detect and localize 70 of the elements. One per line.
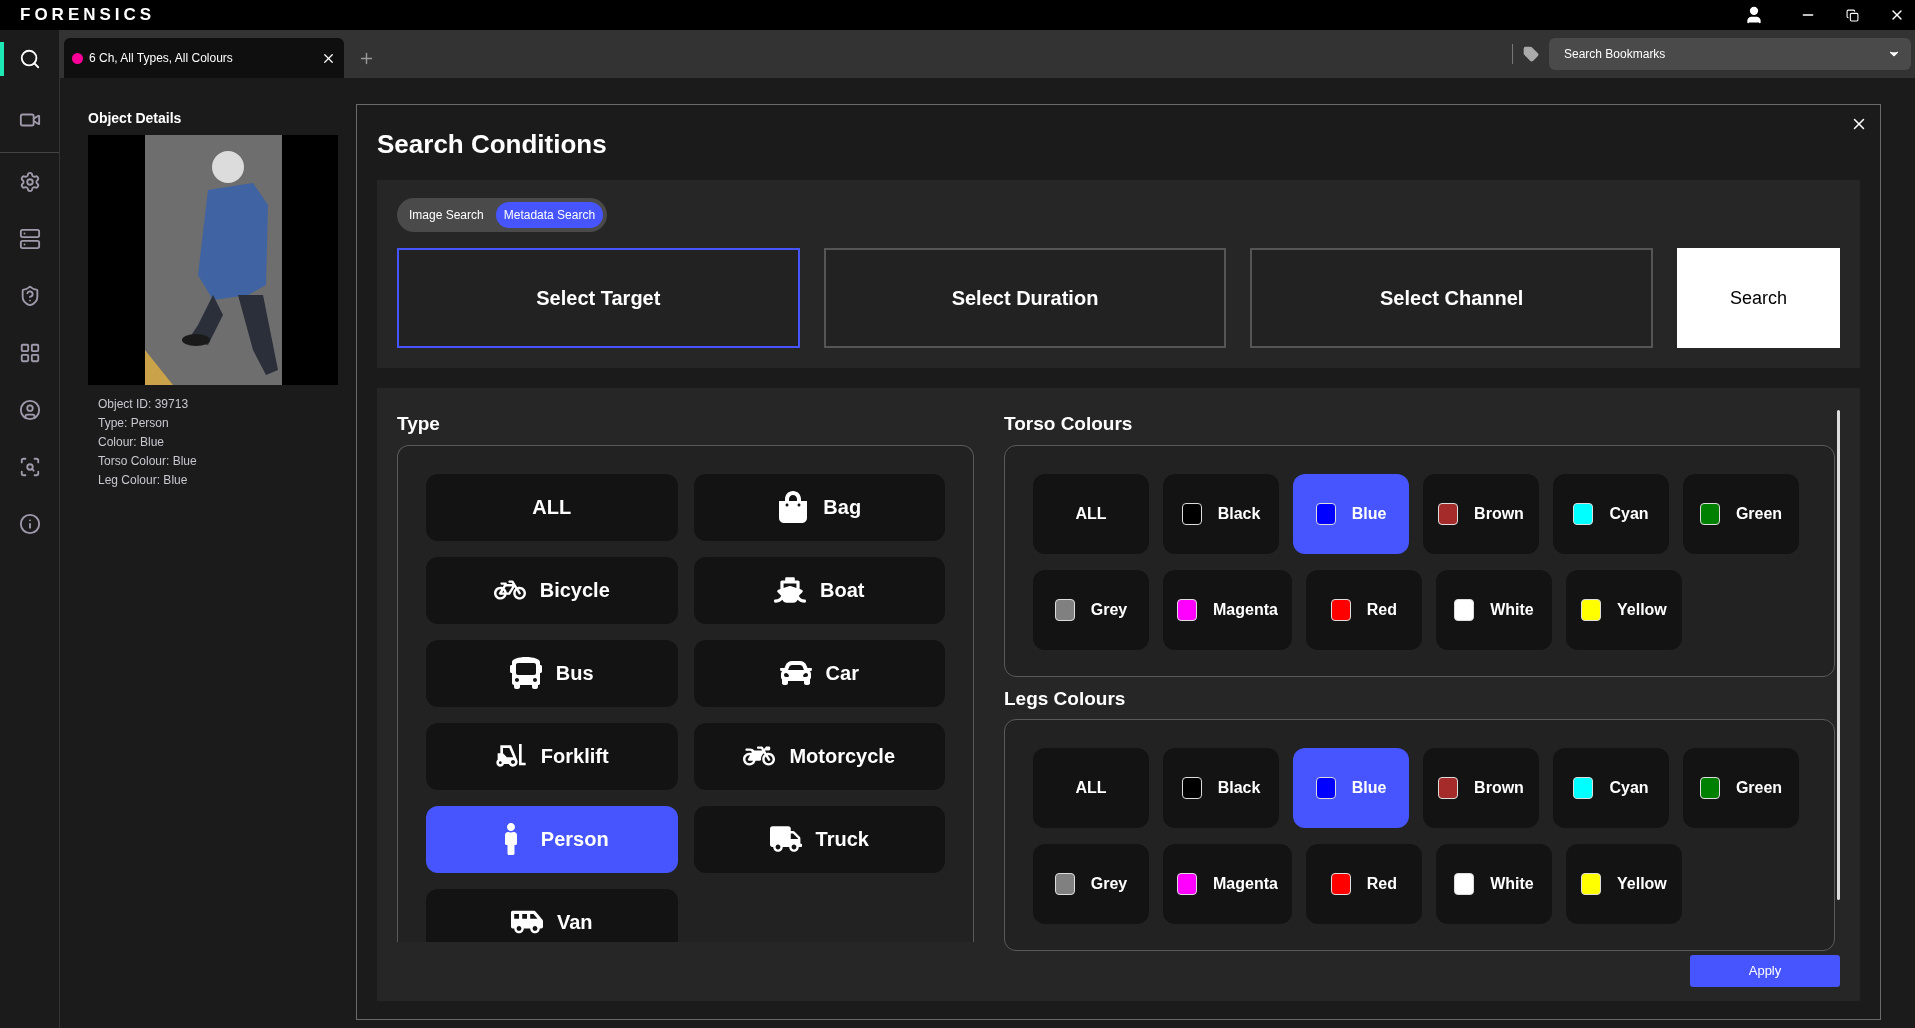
type-option[interactable]: Van: [426, 888, 678, 942]
tab[interactable]: 6 Ch, All Types, All Colours: [64, 38, 344, 78]
detail-text: Colour: Blue: [98, 434, 166, 451]
colour-option[interactable]: ALL: [1033, 748, 1149, 828]
magnifier-icon[interactable]: [18, 455, 41, 478]
restore-icon[interactable]: [1846, 8, 1859, 22]
colour-option[interactable]: Blue: [1293, 748, 1409, 828]
colour-option[interactable]: Yellow: [1565, 844, 1682, 924]
colour-option[interactable]: Red: [1305, 844, 1422, 924]
panel-title: Object Details: [88, 109, 183, 128]
type-option[interactable]: Motorcycle: [693, 722, 945, 790]
scrollbar[interactable]: [1837, 410, 1840, 900]
type-option[interactable]: Bag: [693, 473, 945, 541]
server-icon[interactable]: [18, 227, 41, 250]
tab-label: 6 Ch, All Types, All Colours: [89, 50, 234, 67]
colour-option[interactable]: Grey: [1033, 844, 1149, 924]
detail-text: Type: Person: [98, 415, 170, 432]
truck-icon: [769, 823, 802, 855]
detail-text: Leg Colour: Blue: [98, 472, 189, 489]
colour-option[interactable]: Grey: [1033, 569, 1149, 650]
step-button[interactable]: Select Target: [397, 248, 800, 348]
type-option[interactable]: Boat: [693, 556, 945, 624]
user-circle-icon[interactable]: [18, 398, 41, 421]
colour-option[interactable]: Brown: [1423, 748, 1539, 828]
info-icon[interactable]: [18, 512, 41, 535]
type-option[interactable]: ALL: [426, 473, 678, 541]
section-title: Torso Colours: [1004, 412, 1134, 436]
colour-option[interactable]: Yellow: [1565, 569, 1682, 650]
bus-icon: [509, 657, 542, 689]
bag-icon: [777, 491, 810, 523]
colour-option[interactable]: Red: [1305, 569, 1422, 650]
section-title: Type: [397, 412, 441, 436]
active-indicator: [0, 42, 4, 76]
detail-text: Object ID: 39713: [98, 396, 190, 413]
colour-option[interactable]: Brown: [1423, 473, 1539, 554]
colour-option[interactable]: White: [1435, 844, 1552, 924]
type-option[interactable]: Bicycle: [426, 556, 678, 624]
colour-option[interactable]: Magenta: [1163, 569, 1292, 650]
step-button[interactable]: Select Channel: [1250, 248, 1653, 348]
colour-option[interactable]: ALL: [1033, 473, 1149, 554]
colour-option[interactable]: White: [1435, 569, 1552, 650]
colour-option[interactable]: Green: [1683, 473, 1799, 554]
grid-icon[interactable]: [18, 341, 41, 364]
boat-icon: [774, 574, 806, 606]
apply-button[interactable]: Apply: [1690, 955, 1840, 987]
type-option[interactable]: Truck: [693, 805, 945, 873]
bookmark-search-field[interactable]: Search Bookmarks: [1549, 38, 1911, 70]
tag-icon[interactable]: [1523, 46, 1539, 62]
colour-option[interactable]: Cyan: [1553, 473, 1669, 554]
mode-tab[interactable]: Metadata Search: [495, 202, 604, 228]
colour-option[interactable]: Green: [1683, 748, 1799, 828]
search-button[interactable]: Search: [1677, 248, 1840, 348]
colour-option[interactable]: Black: [1163, 473, 1279, 554]
colour-option[interactable]: Magenta: [1163, 844, 1292, 924]
colour-option[interactable]: Black: [1163, 748, 1279, 828]
type-option[interactable]: Person: [426, 805, 678, 873]
user-icon[interactable]: [1744, 5, 1764, 25]
type-option[interactable]: Forklift: [426, 722, 678, 790]
type-option[interactable]: Bus: [426, 639, 678, 707]
detail-text: Torso Colour: Blue: [98, 453, 198, 470]
search-icon[interactable]: [18, 47, 41, 70]
settings-icon[interactable]: [18, 170, 41, 193]
step-button[interactable]: Select Duration: [823, 248, 1227, 348]
dialog-title: Search Conditions: [377, 128, 608, 161]
section-title: Legs Colours: [1004, 686, 1127, 711]
colour-option[interactable]: Cyan: [1553, 748, 1669, 828]
type-option[interactable]: Car: [693, 639, 945, 707]
colour-option[interactable]: Blue: [1293, 473, 1409, 554]
mode-tab[interactable]: Image Search: [401, 202, 492, 228]
app-logo: FORENSICS: [20, 4, 156, 27]
